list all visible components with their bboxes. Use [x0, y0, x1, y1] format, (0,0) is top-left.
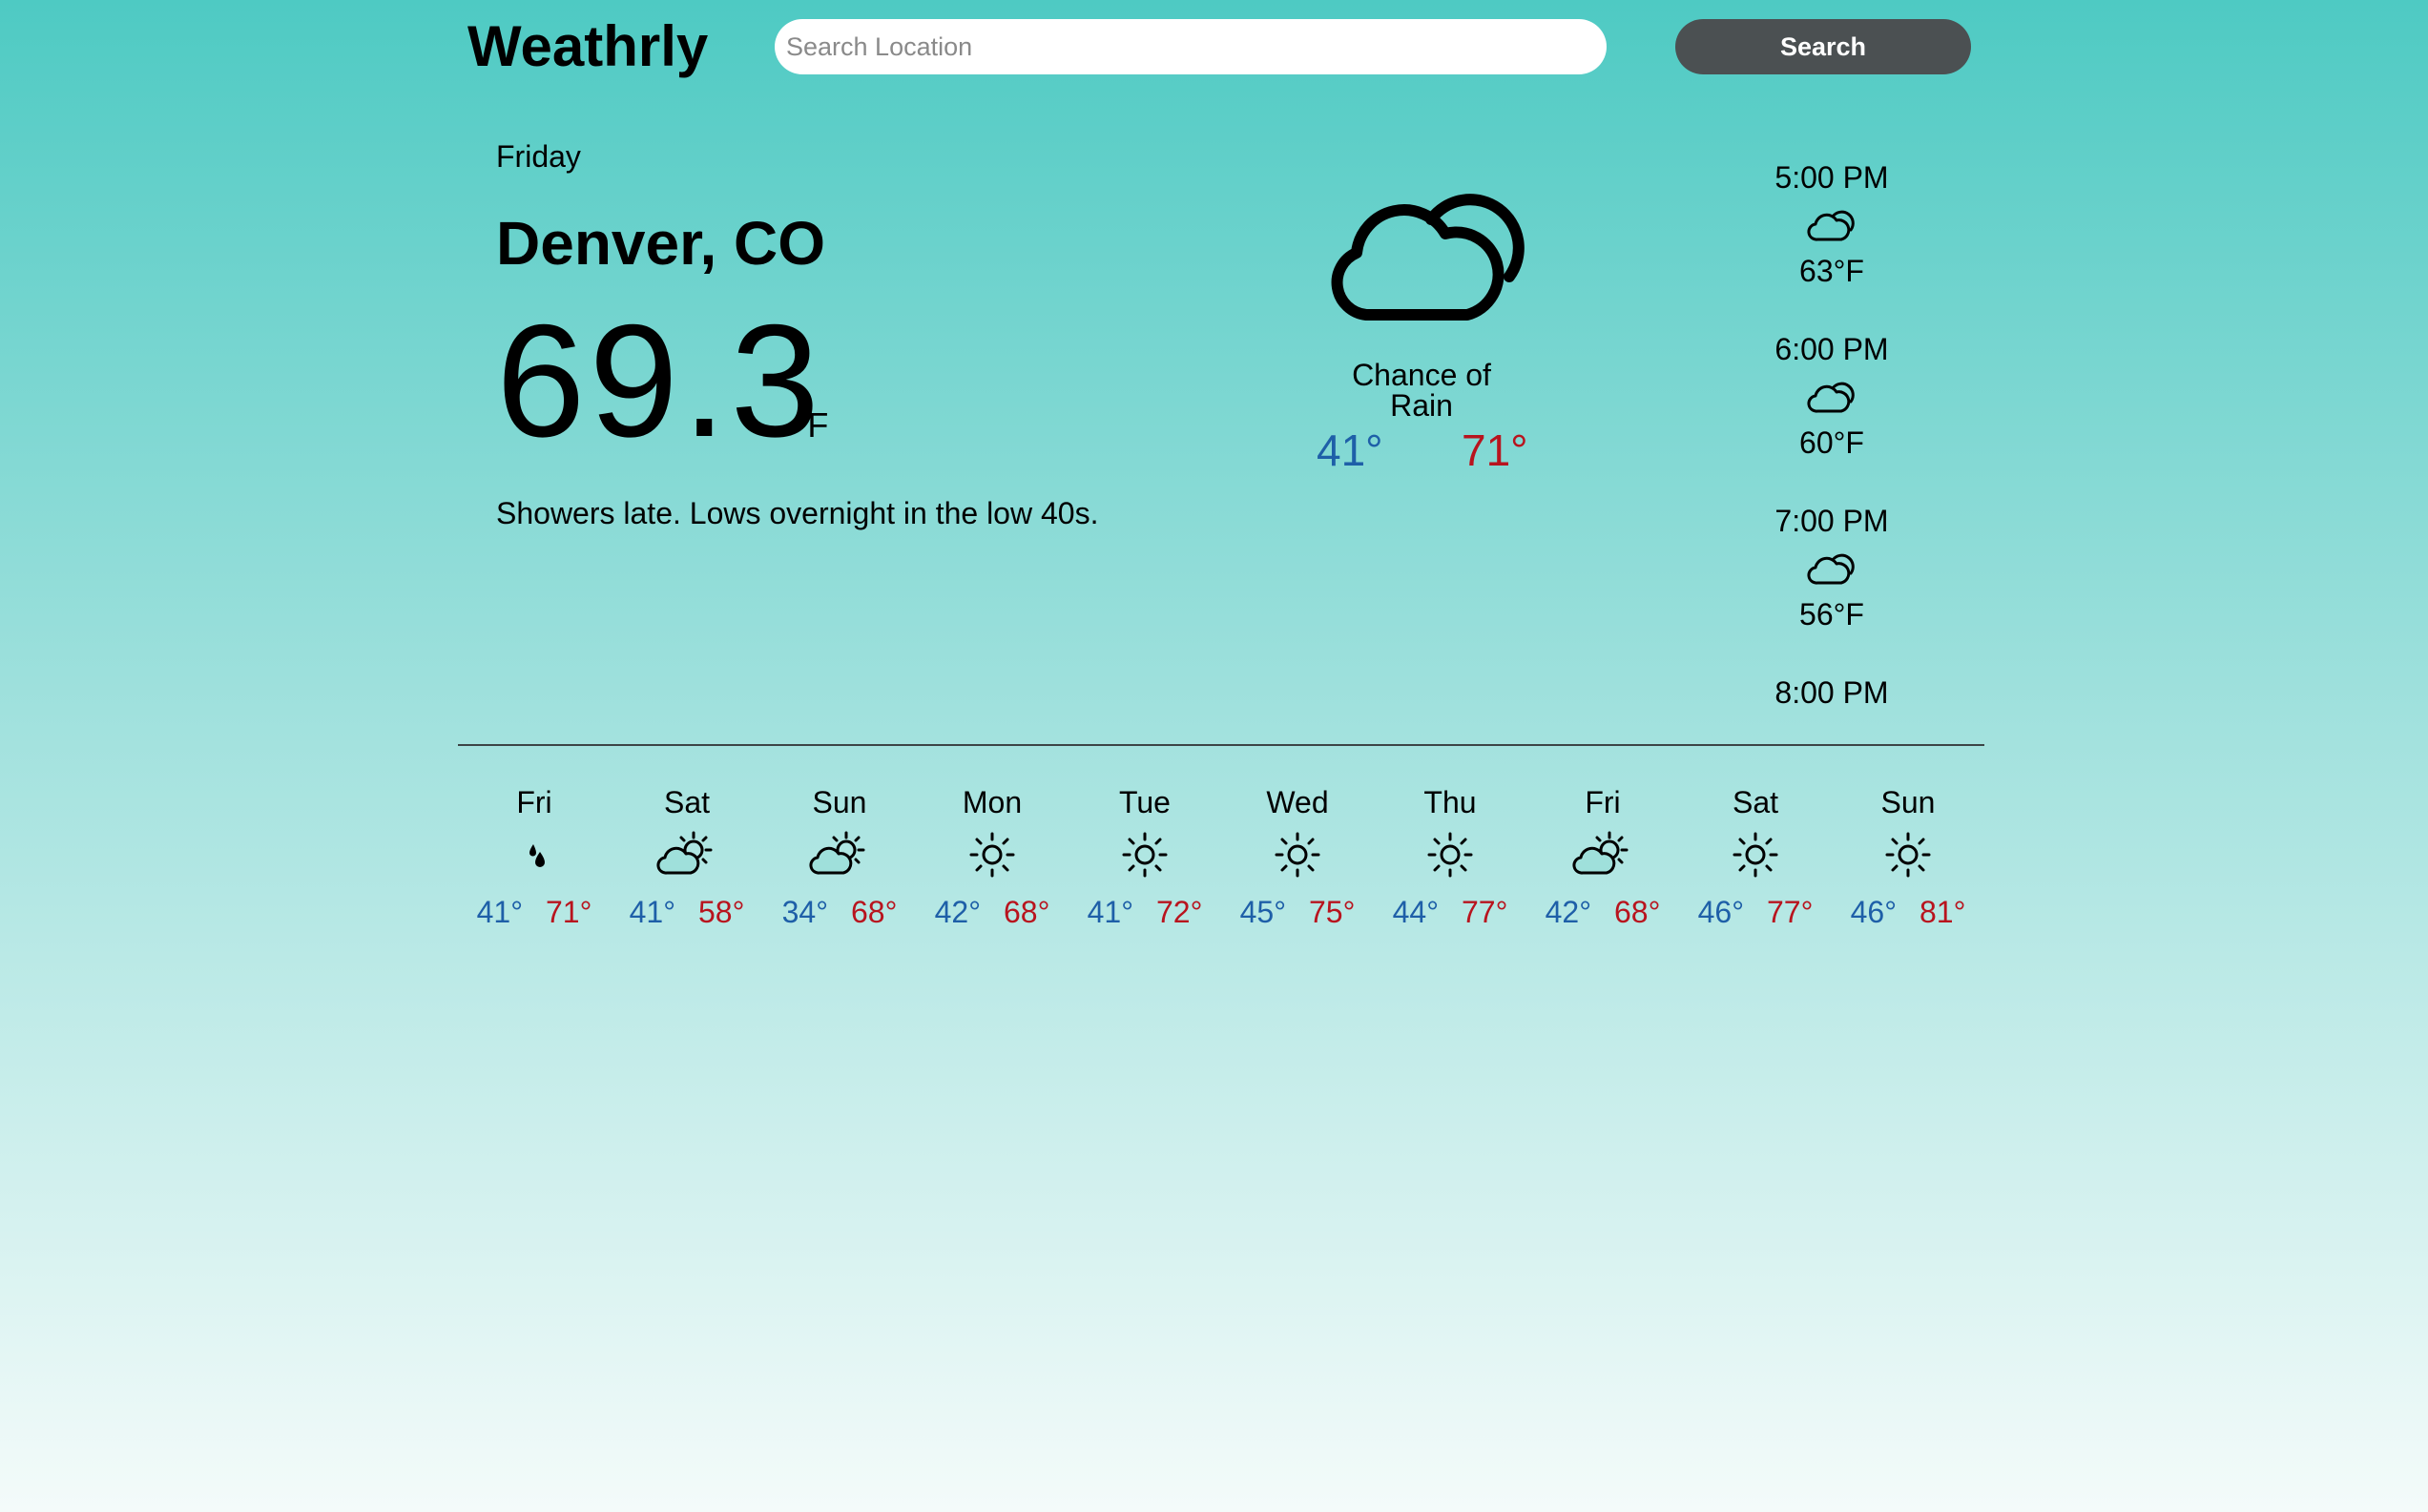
day-label: Sat: [663, 785, 711, 819]
current-temperature: 69.3: [496, 291, 823, 470]
day-label: Sun: [812, 785, 867, 819]
day-high: 71°: [546, 895, 592, 929]
day-low: 41°: [476, 895, 523, 929]
hour-temperature: 60°F: [1799, 425, 1864, 460]
sun-icon: [1221, 824, 1374, 885]
day-low: 41°: [629, 895, 675, 929]
day-high: 77°: [1767, 895, 1814, 929]
daily-item: Sun 46° 81°: [1832, 780, 1984, 942]
day-label: Sat: [1732, 785, 1779, 819]
search-input[interactable]: [775, 19, 1607, 74]
sun-icon: [1374, 824, 1526, 885]
day-high: 81°: [1920, 895, 1966, 929]
weather-description: Showers late. Lows overnight in the low …: [496, 496, 1099, 530]
hour-time: 8:00 PM: [1774, 675, 1889, 708]
daily-item: Sun 34° 68°: [763, 780, 916, 942]
cloudy-icon: [1317, 172, 1546, 334]
day-low: 41°: [1087, 895, 1133, 929]
hour-temperature: 63°F: [1799, 254, 1864, 288]
daily-item: Mon 42° 68°: [916, 780, 1069, 942]
city-name: Denver, CO: [496, 209, 826, 278]
day-label: Tue: [1119, 785, 1171, 819]
day-high: 75°: [1309, 895, 1356, 929]
day-label: Fri: [1585, 785, 1621, 819]
daily-item: Sat 46° 77°: [1679, 780, 1832, 942]
day-low: 44°: [1392, 895, 1439, 929]
day-high: 77°: [1462, 895, 1508, 929]
header: Weathrly Search: [0, 0, 2428, 95]
sun-icon: [1832, 824, 1984, 885]
day-low: 45°: [1239, 895, 1286, 929]
cloudy-icon: [1736, 370, 1927, 422]
daily-item: Fri 41° 71°: [458, 780, 611, 942]
day-high: 58°: [698, 895, 745, 929]
forecast-summary: Chance of Rain: [1352, 358, 1491, 423]
hourly-item: 7:00 PM 56°F: [1736, 500, 1927, 658]
hour-time: 5:00 PM: [1774, 160, 1889, 195]
divider: [458, 744, 1984, 746]
rain-drops-icon: [458, 824, 611, 885]
hour-temperature: 56°F: [1799, 597, 1864, 632]
cloudy-icon: [1736, 542, 1927, 593]
today-high: 71°: [1462, 425, 1528, 475]
day-label: Mon: [962, 785, 1023, 819]
day-high: 72°: [1156, 895, 1203, 929]
hourly-item: 5:00 PM 63°F: [1736, 156, 1927, 315]
hour-time: 7:00 PM: [1774, 504, 1889, 538]
daily-item: Fri 42° 68°: [1526, 780, 1679, 942]
hour-time: 6:00 PM: [1774, 332, 1889, 366]
hourly-item: 8:00 PM: [1736, 672, 1927, 708]
sun-icon: [1069, 824, 1221, 885]
hourly-item: 6:00 PM 60°F: [1736, 328, 1927, 487]
day-high: 68°: [1004, 895, 1050, 929]
search-button[interactable]: Search: [1675, 19, 1971, 74]
today-low: 41°: [1317, 425, 1383, 475]
partly-cloudy-icon: [763, 824, 916, 885]
sun-icon: [916, 824, 1069, 885]
hourly-forecast[interactable]: 5:00 PM 63°F 6:00 PM 60°F 7:00 PM 56°F 8…: [1736, 143, 1927, 708]
day-low: 46°: [1697, 895, 1744, 929]
day-low: 46°: [1850, 895, 1897, 929]
partly-cloudy-icon: [1526, 824, 1679, 885]
day-low: 42°: [1545, 895, 1591, 929]
day-label: Sun: [1880, 785, 1936, 819]
partly-cloudy-icon: [611, 824, 763, 885]
daily-item: Tue 41° 72°: [1069, 780, 1221, 942]
sun-icon: [1679, 824, 1832, 885]
daily-forecast: Fri 41° 71° Sat 41° 58° Sun 34° 68° Mon 42°…: [458, 780, 1984, 942]
day-label: Thu: [1423, 785, 1477, 819]
temperature-unit: °F: [794, 405, 829, 445]
day-high: 68°: [1614, 895, 1661, 929]
daily-item: Thu 44° 77°: [1374, 780, 1526, 942]
day-low: 34°: [781, 895, 828, 929]
app-logo[interactable]: Weathrly: [467, 13, 708, 80]
day-label: Fri: [516, 785, 552, 819]
day-high: 68°: [851, 895, 898, 929]
daily-item: Wed 45° 75°: [1221, 780, 1374, 942]
cloudy-icon: [1736, 198, 1927, 250]
day-low: 42°: [934, 895, 981, 929]
current-day: Friday: [496, 139, 581, 174]
daily-item: Sat 41° 58°: [611, 780, 763, 942]
day-label: Wed: [1266, 785, 1329, 819]
